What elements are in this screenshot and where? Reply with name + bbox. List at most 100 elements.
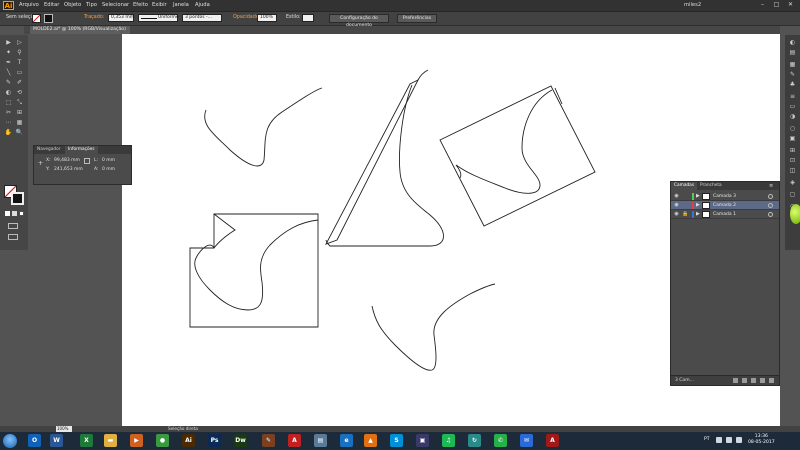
taskbar-sync-icon[interactable]: ↻ bbox=[468, 434, 481, 447]
layer-row[interactable]: ◉ 🔒 ▶ Camada 1 bbox=[671, 210, 779, 219]
expand-arrow-icon[interactable]: ▶ bbox=[696, 211, 700, 218]
graph-tool[interactable]: ▦ bbox=[15, 119, 24, 127]
layer-name[interactable]: Camada 2 bbox=[713, 201, 736, 210]
taskbar-whatsapp-icon[interactable]: ✆ bbox=[494, 434, 507, 447]
taskbar-outlook-icon[interactable]: O bbox=[28, 434, 41, 447]
taskbar-docs-icon[interactable]: ▤ bbox=[314, 434, 327, 447]
color-guide-icon[interactable]: ▤ bbox=[788, 49, 797, 57]
taskbar-tools-icon[interactable]: ✎ bbox=[262, 434, 275, 447]
selection-tool[interactable]: ▶ bbox=[4, 39, 13, 47]
tab-info[interactable]: Informações bbox=[65, 146, 98, 154]
visibility-eye-icon[interactable]: ◉ bbox=[673, 193, 680, 200]
start-button[interactable] bbox=[3, 434, 17, 448]
taskbar-spotify-icon[interactable]: ♫ bbox=[442, 434, 455, 447]
minimize-button[interactable]: – bbox=[758, 1, 767, 9]
layer-name[interactable]: Camada 3 bbox=[713, 192, 736, 201]
taskbar-dreamweaver-icon[interactable]: Dw bbox=[234, 434, 247, 447]
draw-mode-icon[interactable] bbox=[8, 223, 18, 229]
menu-tipo[interactable]: Tipo bbox=[86, 0, 97, 11]
delete-layer-icon[interactable] bbox=[769, 378, 774, 383]
lasso-tool[interactable]: ⚲ bbox=[15, 49, 24, 57]
tab-artboards[interactable]: Prancheta bbox=[697, 182, 725, 190]
document-tab[interactable]: MOLDE2.ai* @ 100% (RGB/Visualização) bbox=[30, 26, 130, 34]
taskbar-edge-icon[interactable]: e bbox=[340, 434, 353, 447]
user-name[interactable]: miles2 bbox=[684, 0, 701, 11]
taskbar-explorer-icon[interactable]: ▬ bbox=[104, 434, 117, 447]
menu-exibir[interactable]: Exibir bbox=[152, 0, 167, 11]
brushes-icon[interactable]: ✎ bbox=[788, 71, 797, 79]
tab-layers[interactable]: Camadas bbox=[671, 182, 698, 190]
scale-tool[interactable]: ⤡ bbox=[15, 99, 24, 107]
taskbar-vlc-icon[interactable]: ▲ bbox=[364, 434, 377, 447]
appearance-icon[interactable]: ○ bbox=[788, 125, 797, 133]
menu-ajuda[interactable]: Ajuda bbox=[195, 0, 210, 11]
close-button[interactable]: ✕ bbox=[786, 1, 795, 9]
taskbar-chrome-icon[interactable]: ● bbox=[156, 434, 169, 447]
pencil-tool[interactable]: ✐ bbox=[15, 79, 24, 87]
style-swatch[interactable] bbox=[302, 14, 314, 22]
menu-efeito[interactable]: Efeito bbox=[133, 0, 148, 11]
tray-arrow-icon[interactable] bbox=[716, 437, 722, 443]
scissors-tool[interactable]: ✂ bbox=[4, 109, 13, 117]
color-panel-icon[interactable]: ◐ bbox=[788, 39, 797, 47]
layers-dock-icon[interactable]: ◈ bbox=[788, 179, 797, 187]
layer-row[interactable]: ◉ ▶ Camada 3 bbox=[671, 192, 779, 201]
taskbar-word-icon[interactable]: W bbox=[50, 434, 63, 447]
graphic-styles-icon[interactable]: ▣ bbox=[788, 135, 797, 143]
menu-objeto[interactable]: Objeto bbox=[64, 0, 81, 11]
taskbar-autocad-icon[interactable]: A bbox=[546, 434, 559, 447]
taskbar-messenger-icon[interactable]: ✉ bbox=[520, 434, 533, 447]
free-transform-tool[interactable]: ⬚ bbox=[4, 99, 13, 107]
volume-icon[interactable] bbox=[736, 437, 742, 443]
magic-wand-tool[interactable]: ✦ bbox=[4, 49, 13, 57]
color-mode-icon[interactable] bbox=[12, 211, 17, 216]
network-icon[interactable] bbox=[726, 437, 732, 443]
menu-arquivo[interactable]: Arquivo bbox=[19, 0, 39, 11]
document-setup-button[interactable]: Configuração do documento bbox=[329, 14, 389, 28]
screen-mode-icon[interactable] bbox=[8, 234, 18, 240]
blend-tool[interactable]: ⋯ bbox=[4, 119, 13, 127]
expand-arrow-icon[interactable]: ▶ bbox=[696, 202, 700, 209]
gradient-icon[interactable]: ▭ bbox=[788, 103, 797, 111]
target-circle-icon[interactable] bbox=[768, 203, 773, 208]
pathfinder-icon[interactable]: ◫ bbox=[788, 167, 797, 175]
taskbar-illustrator-icon[interactable]: Ai bbox=[182, 434, 195, 447]
new-layer-icon[interactable] bbox=[760, 378, 765, 383]
tab-navigator[interactable]: Navegador bbox=[34, 146, 64, 154]
layer-name[interactable]: Camada 1 bbox=[713, 210, 736, 219]
align-icon[interactable]: ⊞ bbox=[788, 147, 797, 155]
stroke-weight-field[interactable]: 0,353 mm bbox=[108, 14, 134, 22]
language-indicator[interactable]: PT bbox=[704, 437, 710, 442]
taskbar-excel-icon[interactable]: X bbox=[80, 434, 93, 447]
taskbar-media-icon[interactable]: ▶ bbox=[130, 434, 143, 447]
opacity-field[interactable]: 100% bbox=[257, 14, 277, 22]
taskbar-skype-icon[interactable]: S bbox=[390, 434, 403, 447]
none-icon[interactable] bbox=[19, 211, 24, 216]
preferences-button[interactable]: Preferências bbox=[397, 14, 437, 23]
transparency-icon[interactable]: ◑ bbox=[788, 113, 797, 121]
artboards-dock-icon[interactable]: ▢ bbox=[788, 191, 797, 199]
pen-tool[interactable]: ✒ bbox=[4, 59, 13, 67]
menu-janela[interactable]: Janela bbox=[173, 0, 189, 11]
default-colors-icon[interactable] bbox=[5, 211, 10, 216]
zoom-tool[interactable]: 🔍 bbox=[15, 129, 24, 137]
visibility-eye-icon[interactable]: ◉ bbox=[673, 202, 680, 209]
expand-arrow-icon[interactable]: ▶ bbox=[696, 193, 700, 200]
paintbrush-tool[interactable]: ✎ bbox=[4, 79, 13, 87]
clock[interactable]: 13:36 08-05-2017 bbox=[748, 434, 775, 446]
taskbar-acrobat-icon[interactable]: A bbox=[288, 434, 301, 447]
mesh-tool[interactable]: ⊞ bbox=[15, 109, 24, 117]
stroke-label[interactable]: Traçado: bbox=[84, 15, 104, 20]
lock-icon[interactable]: 🔒 bbox=[682, 211, 688, 218]
visibility-eye-icon[interactable]: ◉ bbox=[673, 211, 680, 218]
brush-definition[interactable]: 3 pontos -... bbox=[182, 14, 222, 22]
layer-row[interactable]: ◉ ▶ Camada 2 bbox=[671, 201, 779, 210]
hand-tool[interactable]: ✋ bbox=[4, 129, 13, 137]
line-tool[interactable]: ╲ bbox=[4, 69, 13, 77]
menu-editar[interactable]: Editar bbox=[44, 0, 59, 11]
stroke-swatch[interactable] bbox=[44, 14, 53, 23]
transform-icon[interactable]: ⊡ bbox=[788, 157, 797, 165]
stroke-panel-icon[interactable]: ≡ bbox=[788, 93, 797, 101]
direct-selection-tool[interactable]: ▷ bbox=[15, 39, 24, 47]
new-sublayer-icon[interactable] bbox=[751, 378, 756, 383]
